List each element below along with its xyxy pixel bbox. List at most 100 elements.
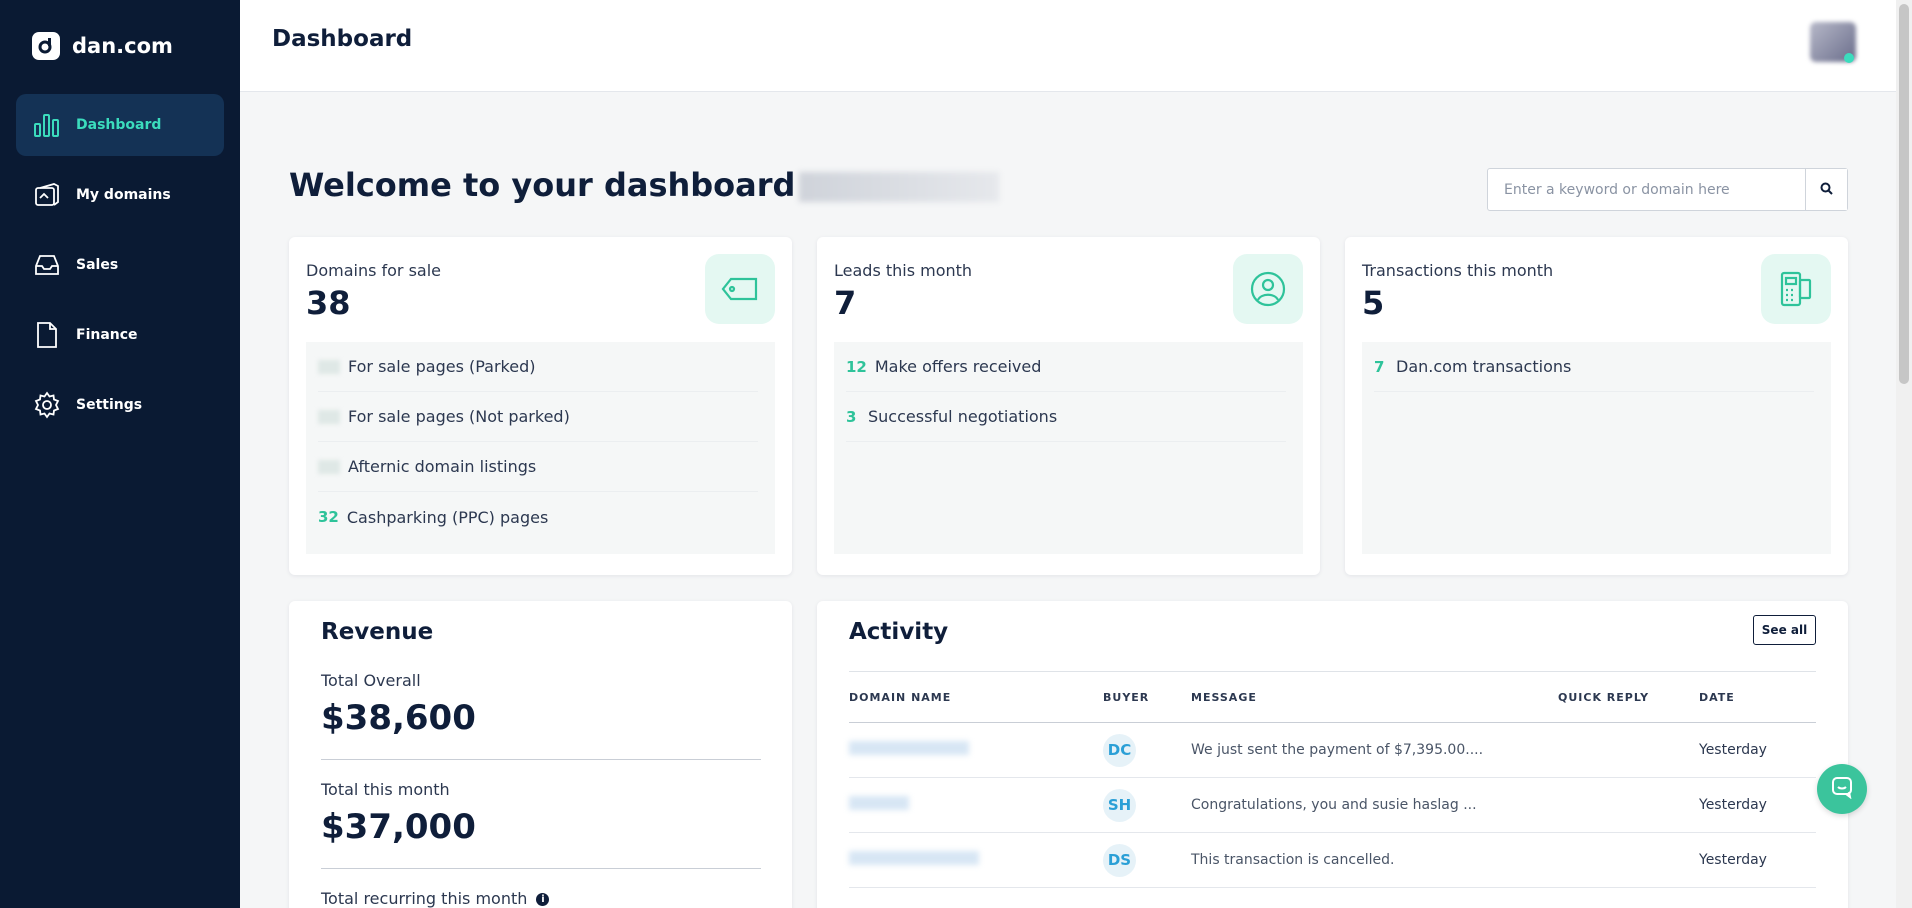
user-circle-icon xyxy=(1233,254,1303,324)
revenue-recurring: Total recurring this month i xyxy=(321,889,761,908)
brand-name: dan.com xyxy=(72,34,173,58)
stat-label: Cashparking (PPC) pages xyxy=(346,507,549,527)
sidebar-item-my-domains[interactable]: My domains xyxy=(16,164,224,226)
redacted-domain-name xyxy=(849,851,979,865)
revenue-title: Revenue xyxy=(321,619,434,645)
see-all-button[interactable]: See all xyxy=(1753,615,1816,645)
date-cell: Yesterday xyxy=(1699,742,1767,758)
sidebar-item-sales[interactable]: Sales xyxy=(16,234,224,296)
sidebar-item-finance[interactable]: Finance xyxy=(16,304,224,366)
table-row[interactable]: SH Congratulations, you and susie haslag… xyxy=(849,778,1816,833)
stat-count xyxy=(318,459,340,474)
stat-breakdown-list: 12 Make offers received 3 Successful negot… xyxy=(834,342,1303,554)
welcome-text: Welcome to your dashboard xyxy=(289,166,796,204)
stat-label: Successful negotiations xyxy=(868,407,1058,426)
search-input[interactable] xyxy=(1488,169,1805,210)
search-button[interactable] xyxy=(1805,169,1847,210)
buyer-avatar: SH xyxy=(1103,788,1136,822)
table-row[interactable]: DS This transaction is cancelled. Yester… xyxy=(849,833,1816,888)
stat-count: 3 xyxy=(846,407,857,426)
card-value: 7 xyxy=(834,284,857,322)
dan-logo-icon xyxy=(32,32,60,60)
stat-count xyxy=(318,409,340,424)
welcome-heading: Welcome to your dashboard xyxy=(289,166,1000,204)
list-item[interactable]: 12 Make offers received xyxy=(846,342,1286,392)
stat-breakdown-list: 7 Dan.com transactions xyxy=(1362,342,1831,554)
column-header-message: MESSAGE xyxy=(1191,690,1257,704)
stat-label: Make offers received xyxy=(874,357,1042,376)
list-item[interactable]: 7 Dan.com transactions xyxy=(1374,342,1814,392)
card-title: Domains for sale xyxy=(306,261,442,280)
sidebar-item-settings[interactable]: Settings xyxy=(16,374,224,436)
message-cell[interactable]: We just sent the payment of $7,395.00...… xyxy=(1191,742,1558,758)
payment-terminal-icon xyxy=(1761,254,1831,324)
leads-this-month-card: Leads this month 7 12 Make offers receive… xyxy=(817,237,1320,575)
column-header-domain: DOMAIN NAME xyxy=(849,690,952,704)
scrollbar[interactable] xyxy=(1896,0,1912,908)
list-item[interactable]: 3 Successful negotiations xyxy=(846,392,1286,442)
info-icon[interactable]: i xyxy=(536,893,550,906)
revenue-this-month: Total this month $37,000 xyxy=(321,780,761,869)
stat-label: For sale pages (Not parked) xyxy=(348,407,570,426)
list-item[interactable]: For sale pages (Parked) xyxy=(318,342,758,392)
domains-icon xyxy=(32,180,62,210)
table-row[interactable]: DC We just sent the payment of $7,395.00… xyxy=(849,723,1816,778)
list-item[interactable]: Afternic domain listings xyxy=(318,442,758,492)
table-header: DOMAIN NAME BUYER MESSAGE QUICK REPLY DA… xyxy=(849,672,1816,723)
chat-support-button[interactable] xyxy=(1817,764,1867,814)
scrollbar-thumb[interactable] xyxy=(1899,4,1909,384)
card-value: 38 xyxy=(306,284,351,322)
activity-card: Activity See all DOMAIN NAME BUYER MESSA… xyxy=(817,601,1848,908)
brand-logo[interactable]: dan.com xyxy=(32,32,173,60)
stat-label: For sale pages (Parked) xyxy=(348,357,536,376)
sidebar-item-label: My domains xyxy=(76,187,171,203)
page-title: Dashboard xyxy=(272,26,413,52)
sidebar-item-label: Finance xyxy=(76,327,138,343)
list-item[interactable]: For sale pages (Not parked) xyxy=(318,392,758,442)
column-header-quick-reply: QUICK REPLY xyxy=(1558,690,1650,704)
stat-label: Afternic domain listings xyxy=(348,457,537,476)
recurring-label: Total recurring this month xyxy=(321,889,528,908)
date-cell: Yesterday xyxy=(1699,797,1767,813)
domain-name-cell[interactable] xyxy=(849,796,1103,814)
sidebar-item-label: Dashboard xyxy=(76,117,162,133)
sidebar-item-label: Settings xyxy=(76,397,143,413)
stat-count: 12 xyxy=(846,357,867,376)
revenue-value: $38,600 xyxy=(321,698,476,738)
revenue-card: Revenue Total Overall $38,600 Total this… xyxy=(289,601,792,908)
activity-title: Activity xyxy=(849,619,949,645)
sidebar-item-dashboard[interactable]: Dashboard xyxy=(16,94,224,156)
revenue-value: $37,000 xyxy=(321,807,476,847)
online-status-dot xyxy=(1844,53,1854,63)
list-item[interactable]: 32 Cashparking (PPC) pages xyxy=(318,492,758,542)
redacted-user-name xyxy=(799,172,1000,202)
date-cell: Yesterday xyxy=(1699,852,1767,868)
column-header-date: DATE xyxy=(1699,690,1735,704)
stat-count: 7 xyxy=(1374,357,1385,376)
buyer-cell: DS xyxy=(1103,843,1191,877)
redacted-domain-name xyxy=(849,796,909,810)
revenue-label: Total this month xyxy=(321,780,450,799)
domain-name-cell[interactable] xyxy=(849,851,1103,869)
sidebar-item-label: Sales xyxy=(76,257,119,273)
search-icon xyxy=(1820,180,1833,199)
revenue-total-overall: Total Overall $38,600 xyxy=(321,671,761,760)
card-title: Leads this month xyxy=(834,261,973,280)
message-cell[interactable]: Congratulations, you and susie haslag ..… xyxy=(1191,797,1558,813)
stat-count: 32 xyxy=(318,508,339,526)
column-header-buyer: BUYER xyxy=(1103,690,1150,704)
domain-name-cell[interactable] xyxy=(849,741,1103,759)
buyer-avatar: DS xyxy=(1103,843,1136,877)
redacted-domain-name xyxy=(849,741,969,755)
message-cell[interactable]: This transaction is cancelled. xyxy=(1191,852,1558,868)
stat-label: Dan.com transactions xyxy=(1396,357,1572,376)
card-title: Transactions this month xyxy=(1362,261,1554,280)
inbox-icon xyxy=(32,250,62,280)
chat-icon xyxy=(1830,775,1854,803)
bar-chart-icon xyxy=(32,110,62,140)
buyer-cell: DC xyxy=(1103,733,1191,767)
sidebar-nav: Dashboard My domains Sales Finance Setti… xyxy=(16,94,224,444)
revenue-label: Total Overall xyxy=(321,671,421,690)
card-value: 5 xyxy=(1362,284,1385,322)
document-icon xyxy=(32,320,62,350)
